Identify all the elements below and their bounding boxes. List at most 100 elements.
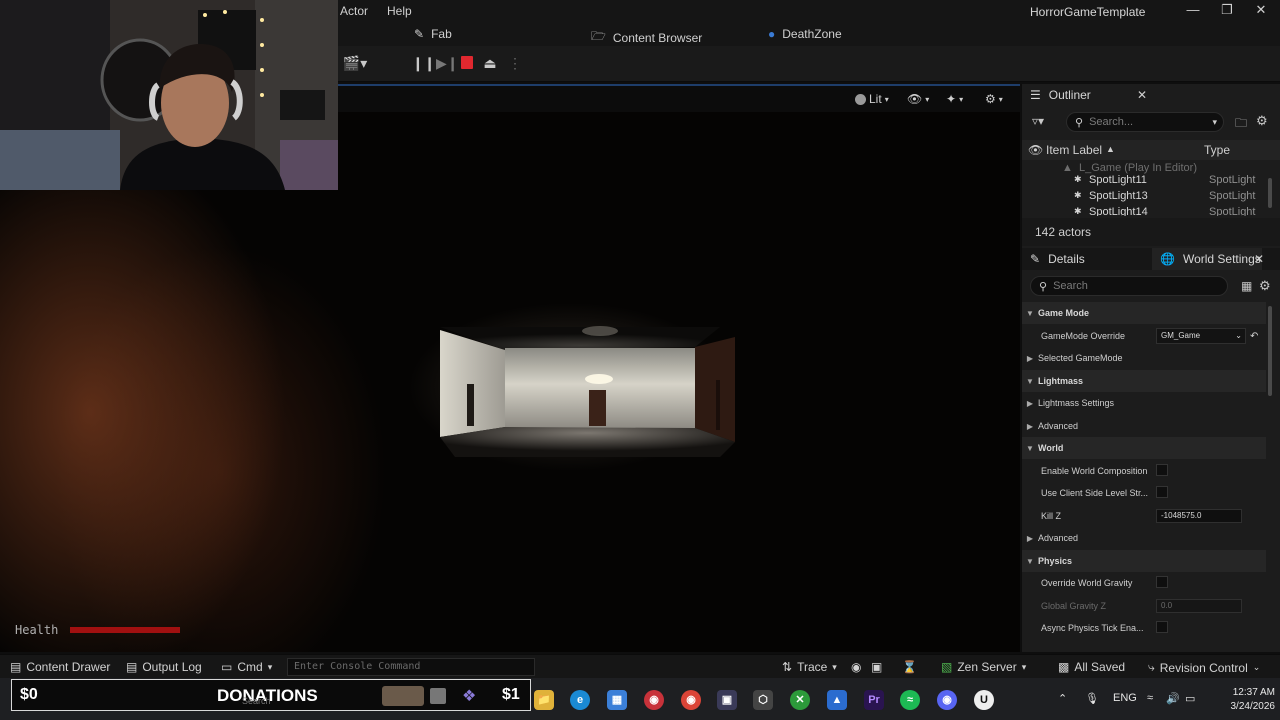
chrome-icon[interactable]: ◉ <box>681 690 701 710</box>
pause-icon[interactable]: ❙❙ <box>412 55 435 73</box>
discord-icon[interactable]: ◉ <box>937 690 957 710</box>
tab-world-settings[interactable]: 🌐 World Settings <box>1152 248 1262 270</box>
menu-actor[interactable]: Actor <box>340 4 368 18</box>
menu-help[interactable]: Help <box>387 4 412 18</box>
unity-icon[interactable]: ⬡ <box>753 690 773 710</box>
eject-icon[interactable]: ⏏ <box>482 55 498 73</box>
add-folder-icon[interactable]: 🗀 <box>1235 114 1247 135</box>
eye-icon: 👁 <box>907 92 923 106</box>
prop-label: Lightmass Settings <box>1038 398 1115 408</box>
zen-server-button[interactable]: ▧ Zen Server ▾ <box>941 660 1026 674</box>
spotify-icon[interactable]: ≈ <box>900 690 920 710</box>
details-search-input[interactable]: ⚲ Search <box>1030 276 1228 296</box>
edge-icon[interactable]: e <box>570 690 590 710</box>
app-icon[interactable]: ▣ <box>717 690 737 710</box>
tab-content-browser[interactable]: 🗁 Content Browser <box>591 27 702 48</box>
outliner-row-type: SpotLight <box>1209 190 1256 202</box>
right-door <box>716 380 720 430</box>
xbox-icon[interactable]: ✕ <box>790 690 810 710</box>
all-saved-button[interactable]: ▩ All Saved <box>1058 660 1125 674</box>
console-command-input[interactable]: Enter Console Command <box>287 658 535 676</box>
close-window-icon[interactable]: ✕ <box>1246 2 1276 20</box>
prop-lightmass-advanced[interactable]: ▶ Advanced <box>1022 415 1266 437</box>
checkbox[interactable] <box>1156 621 1168 635</box>
prop-lightmass-settings[interactable]: ▶ Lightmass Settings <box>1022 392 1266 414</box>
record-icon[interactable]: ◉ <box>851 660 861 674</box>
language-indicator[interactable]: ENG <box>1113 692 1137 704</box>
hourglass-icon[interactable]: ⌛ <box>902 660 917 674</box>
file-explorer-icon[interactable]: 📁 <box>534 690 554 710</box>
outliner-row[interactable]: ✱ SpotLight13 SpotLight <box>1022 190 1280 206</box>
section-game-mode[interactable]: ▼ Game Mode <box>1022 302 1266 324</box>
checkbox[interactable] <box>1156 464 1168 478</box>
details-scrollbar[interactable] <box>1268 306 1272 396</box>
app-red-icon[interactable]: ◉ <box>644 690 664 710</box>
visibility-eye-icon[interactable]: 👁 <box>1028 143 1043 157</box>
sort-ascending-icon: ▲ <box>1106 144 1115 154</box>
section-world[interactable]: ▼ World <box>1022 437 1266 459</box>
outliner-scrollbar[interactable] <box>1268 178 1272 208</box>
column-item-label[interactable]: Item Label <box>1046 143 1102 157</box>
details-settings-icon[interactable]: ⚙ <box>1259 278 1271 294</box>
revision-control-label: Revision Control <box>1159 660 1248 675</box>
prop-selected-gamemode[interactable]: ▶ Selected GameMode <box>1022 347 1266 369</box>
cmd-dropdown[interactable]: ▭ Cmd ▾ <box>221 660 272 674</box>
scalability-button[interactable]: ✦ ▾ <box>946 92 963 106</box>
stop-button[interactable] <box>461 56 473 69</box>
system-clock[interactable]: 12:37 AM 3/24/2026 <box>1205 686 1276 714</box>
prop-kill-z: Kill Z -1048575.0 <box>1022 505 1266 527</box>
checkbox[interactable] <box>1156 486 1168 500</box>
teams-icon[interactable]: ❖ <box>462 686 476 706</box>
section-lightmass[interactable]: ▼ Lightmass <box>1022 370 1266 392</box>
world-settings-close-icon[interactable]: ✕ <box>1254 252 1264 266</box>
chevron-down-icon: ▾ <box>1021 661 1027 672</box>
tab-details[interactable]: ✎ Details <box>1022 248 1142 270</box>
outliner-row[interactable]: ✱ SpotLight11 SpotLight <box>1022 174 1280 190</box>
settings-gear-icon[interactable]: ⚙ <box>1256 113 1268 129</box>
expanded-caret-icon: ▼ <box>1026 443 1034 453</box>
tab-details-label: Details <box>1048 252 1085 266</box>
lit-mode-button[interactable]: Lit ▾ <box>855 92 889 106</box>
microphone-icon[interactable]: 🎙 <box>1085 692 1099 705</box>
prop-label: Advanced <box>1038 421 1079 431</box>
grid-view-icon[interactable]: ▦ <box>1241 279 1252 293</box>
checkbox[interactable] <box>1156 576 1168 590</box>
task-view-icon[interactable] <box>430 688 446 704</box>
tab-fab[interactable]: ✎ Fab <box>414 27 452 41</box>
store-icon[interactable]: ▦ <box>607 690 627 710</box>
content-drawer-button[interactable]: ▤ Content Drawer <box>10 660 110 674</box>
battery-icon[interactable]: ▭ <box>1185 692 1195 705</box>
viewport-settings-button[interactable]: ⚙ ▾ <box>985 92 1003 106</box>
screenshot-icon[interactable]: ▣ <box>871 660 882 674</box>
kill-z-input[interactable]: -1048575.0 <box>1156 509 1242 523</box>
photo-icon[interactable]: ▲ <box>827 690 847 710</box>
more-options-icon[interactable]: ⋮ <box>508 55 522 73</box>
outliner-row[interactable]: ✱ SpotLight14 SpotLight <box>1022 206 1280 216</box>
step-icon[interactable]: ▶❙ <box>436 55 459 73</box>
column-type[interactable]: Type <box>1204 143 1230 157</box>
unreal-engine-icon[interactable]: U <box>974 690 994 710</box>
tab-deathzone[interactable]: ● DeathZone <box>768 27 842 41</box>
collapsed-caret-icon: ▶ <box>1026 398 1034 408</box>
output-log-button[interactable]: ▤ Output Log <box>126 660 202 674</box>
minimize-icon[interactable]: — <box>1178 2 1208 20</box>
expanded-caret-icon: ▼ <box>1026 308 1034 318</box>
prop-world-advanced[interactable]: ▶ Advanced <box>1022 527 1266 549</box>
cinematics-icon[interactable]: 🎬▾ <box>342 55 368 73</box>
show-flags-button[interactable]: 👁 ▾ <box>907 92 929 106</box>
revision-control-button[interactable]: ⤷ Revision Control ⌄ <box>1148 660 1260 675</box>
outliner-search-input[interactable]: ⚲ Search... ▾ <box>1066 112 1224 132</box>
gamemode-dropdown[interactable]: GM_Game ⌄ <box>1156 328 1246 344</box>
filter-icon[interactable]: ▿▾ <box>1032 114 1044 128</box>
trace-button[interactable]: ⇅ Trace ▾ <box>782 660 837 674</box>
volume-icon[interactable]: 🔊 <box>1166 692 1180 705</box>
section-physics[interactable]: ▼ Physics <box>1022 550 1266 572</box>
premiere-icon[interactable]: Pr <box>864 690 884 710</box>
maximize-icon[interactable]: ❐ <box>1212 2 1242 20</box>
tray-overflow-icon[interactable]: ⌃ <box>1058 692 1067 705</box>
outliner-close-icon[interactable]: ✕ <box>1137 88 1147 102</box>
reset-arrow-icon[interactable]: ↶ <box>1250 331 1258 342</box>
chevron-down-icon: ▾ <box>832 661 837 672</box>
game-viewport[interactable] <box>0 112 1020 652</box>
wifi-icon[interactable]: ≈ <box>1147 692 1153 704</box>
